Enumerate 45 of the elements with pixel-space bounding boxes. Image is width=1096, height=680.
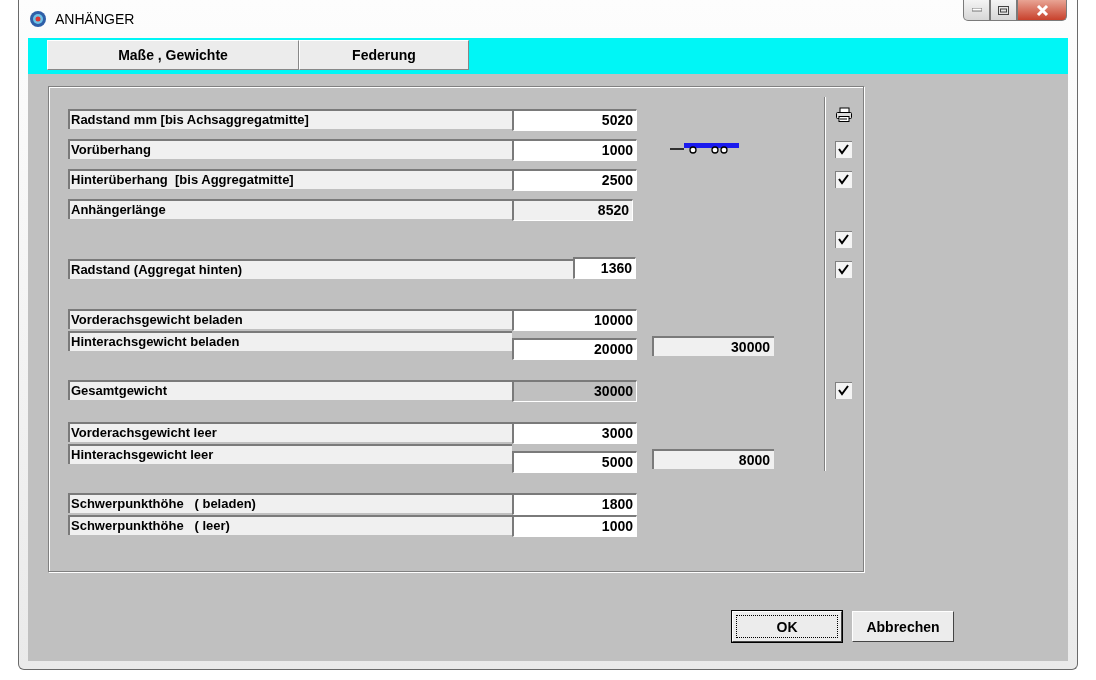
value-field[interactable]: 5000 xyxy=(512,451,637,473)
window-title: ANHÄNGER xyxy=(55,11,135,27)
checkbox[interactable] xyxy=(835,171,852,188)
field-label: Radstand (Aggregat hinten) xyxy=(68,259,576,279)
field-label: Vorderachsgewicht beladen xyxy=(68,309,512,329)
value-field[interactable]: 3000 xyxy=(512,422,637,444)
minimize-icon xyxy=(971,8,982,12)
value-field[interactable]: 1000 xyxy=(512,139,637,161)
field-label: Anhängerlänge xyxy=(68,199,512,219)
readonly-field: 30000 xyxy=(512,380,637,402)
checkbox[interactable] xyxy=(835,261,852,278)
checkbox[interactable] xyxy=(835,141,852,158)
tab[interactable]: Federung xyxy=(299,40,469,70)
field-label: Vorüberhang xyxy=(68,139,512,159)
sum-field: 30000 xyxy=(652,336,774,356)
dialog-button[interactable]: Abbrechen xyxy=(852,611,954,642)
value-field[interactable]: 10000 xyxy=(512,309,637,331)
field-label: Hinterachsgewicht leer xyxy=(68,444,512,464)
value-field[interactable]: 1360 xyxy=(573,257,636,279)
field-label: Vorderachsgewicht leer xyxy=(68,422,512,442)
close-button[interactable] xyxy=(1017,0,1067,21)
field-label: Radstand mm [bis Achsaggregatmitte] xyxy=(68,109,512,129)
app-icon xyxy=(29,10,47,28)
value-field[interactable]: 1800 xyxy=(512,493,637,515)
field-label: Hinterüberhang [bis Aggregatmitte] xyxy=(68,169,512,189)
field-label: Schwerpunkthöhe ( leer) xyxy=(68,515,512,535)
maximize-button[interactable] xyxy=(990,0,1017,21)
field-label: Schwerpunkthöhe ( beladen) xyxy=(68,493,512,513)
checkbox[interactable] xyxy=(835,231,852,248)
readonly-field: 8520 xyxy=(512,199,633,221)
tab[interactable]: Maße , Gewichte xyxy=(47,40,299,70)
trailer-icon xyxy=(670,141,740,155)
value-field[interactable]: 20000 xyxy=(512,338,637,360)
field-label: Gesamtgewicht xyxy=(68,380,512,400)
value-field[interactable]: 1000 xyxy=(512,515,637,537)
close-icon xyxy=(1035,4,1049,16)
sum-field: 8000 xyxy=(652,449,774,469)
value-field[interactable]: 2500 xyxy=(512,169,637,191)
maximize-icon xyxy=(998,5,1009,15)
field-label: Hinterachsgewicht beladen xyxy=(68,331,512,351)
minimize-button[interactable] xyxy=(963,0,990,21)
checkbox[interactable] xyxy=(835,382,852,399)
printer-icon[interactable] xyxy=(835,107,853,123)
dialog-button[interactable]: OK xyxy=(732,611,842,642)
value-field[interactable]: 5020 xyxy=(512,109,637,131)
